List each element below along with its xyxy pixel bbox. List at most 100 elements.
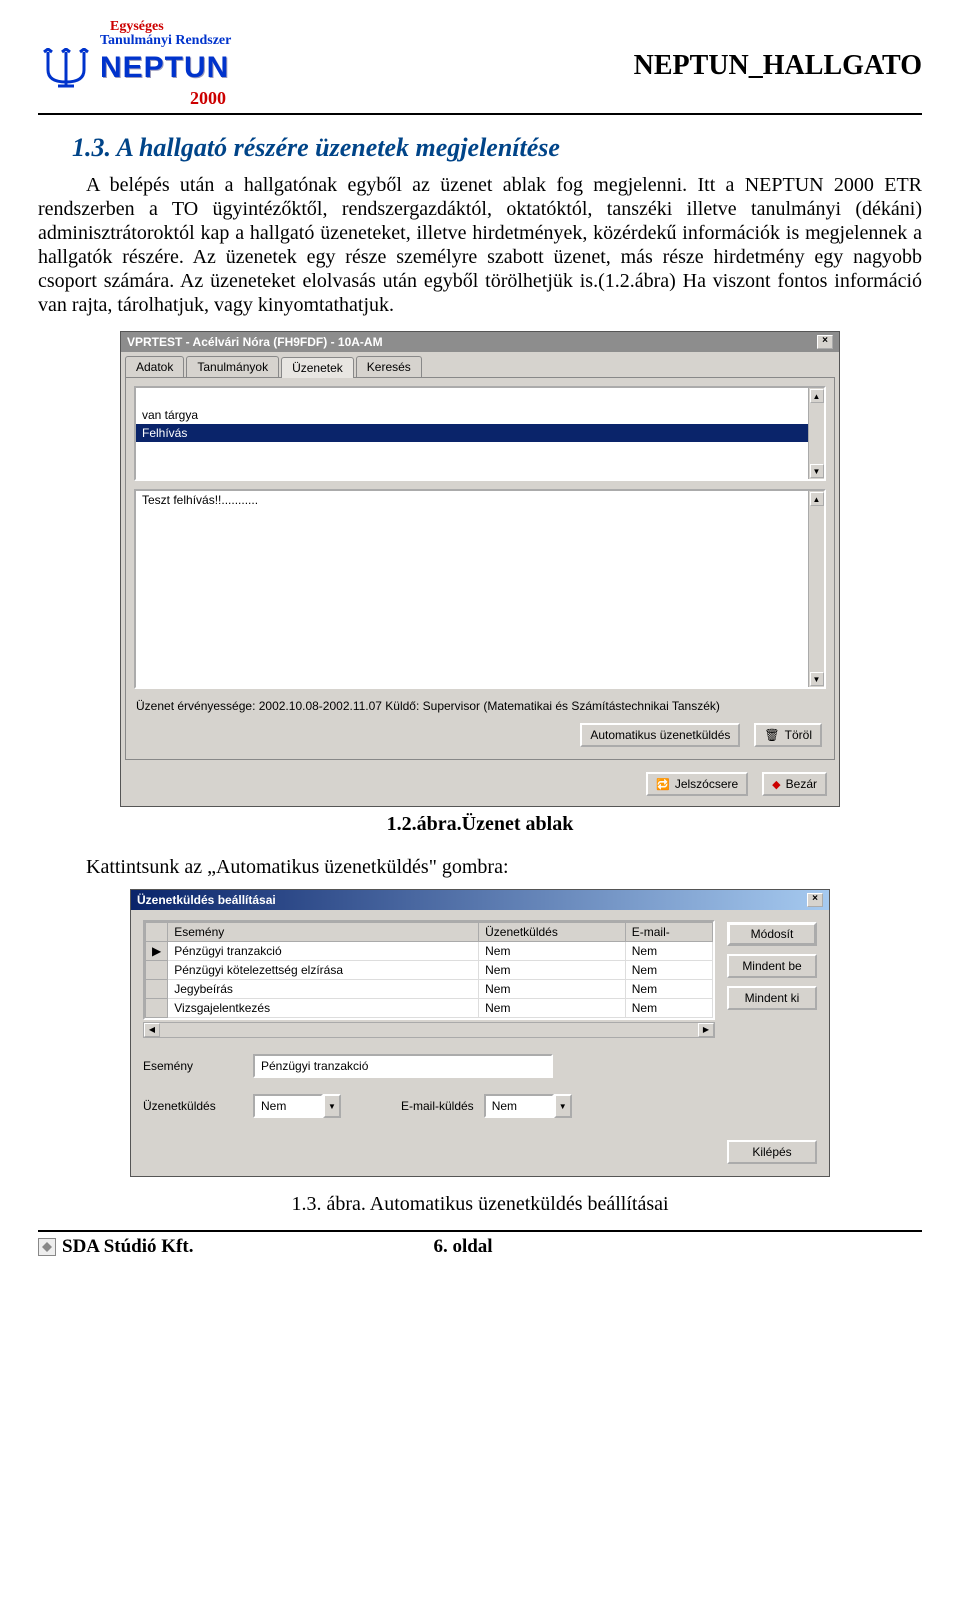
scroll-up-icon[interactable]: ▲ <box>810 389 824 403</box>
scroll-down-icon[interactable]: ▼ <box>810 464 824 478</box>
message-body-text: Teszt felhívás!!........... <box>136 491 808 687</box>
button-row-2: 🔁 Jelszócsere ◆ Bezár <box>121 764 839 806</box>
col-email[interactable]: E-mail- <box>625 923 712 942</box>
form-row-event: Esemény <box>143 1054 817 1078</box>
footer-logo-icon <box>38 1238 56 1256</box>
logo-tagline-2: Tanulmányi Rendszer <box>38 34 298 48</box>
tab-adatok[interactable]: Adatok <box>125 356 184 377</box>
instruction-2: Kattintsunk az „Automatikus üzenetküldés… <box>38 856 922 879</box>
messages-window: VPRTEST - Acélvári Nóra (FH9FDF) - 10A-A… <box>120 331 840 807</box>
tab-tanulmanyok[interactable]: Tanulmányok <box>186 356 279 377</box>
swap-icon: 🔁 <box>656 778 670 791</box>
settings-body: Esemény Üzenetküldés E-mail- ▶ Pénzügyi … <box>131 910 829 1176</box>
settings-dialog: Üzenetküldés beállításai × Esemény Üzene… <box>130 889 830 1177</box>
chevron-down-icon[interactable]: ▼ <box>323 1094 341 1118</box>
footer-rule <box>38 1230 922 1232</box>
message-listbox[interactable]: van tárgya Felhívás ▲ ▼ <box>134 386 826 481</box>
row-marker: ▶ <box>146 942 168 961</box>
settings-grid[interactable]: Esemény Üzenetküldés E-mail- ▶ Pénzügyi … <box>143 920 715 1020</box>
list-item[interactable]: Felhívás <box>136 424 808 442</box>
chevron-down-icon[interactable]: ▼ <box>554 1094 572 1118</box>
cell-email: Nem <box>625 942 712 961</box>
messages-window-title: VPRTEST - Acélvári Nóra (FH9FDF) - 10A-A… <box>127 335 383 349</box>
close-icon[interactable]: × <box>807 893 823 907</box>
close-label: Bezár <box>786 777 817 791</box>
dialog-bottom-row: Kilépés <box>143 1134 817 1164</box>
cell-email: Nem <box>625 999 712 1018</box>
all-on-button[interactable]: Mindent be <box>727 954 817 978</box>
cell-send: Nem <box>479 980 626 999</box>
cell-event: Vizsgajelentkezés <box>168 999 479 1018</box>
scrollbar[interactable]: ▲ ▼ <box>808 491 824 687</box>
exit-button[interactable]: Kilépés <box>727 1140 817 1164</box>
row-marker <box>146 999 168 1018</box>
table-row[interactable]: Jegybeírás Nem Nem <box>146 980 713 999</box>
logo-row: NEPTUN <box>38 48 298 88</box>
tab-uzenetek[interactable]: Üzenetek <box>281 357 354 378</box>
header-rule <box>38 113 922 115</box>
table-row[interactable]: ▶ Pénzügyi tranzakció Nem Nem <box>146 942 713 961</box>
cell-email: Nem <box>625 961 712 980</box>
document-title: NEPTUN_HALLGATO <box>634 20 922 82</box>
delete-button[interactable]: 🗑 Töröl <box>754 723 822 747</box>
cell-event: Pénzügyi kötelezettség elzírása <box>168 961 479 980</box>
label-send: Üzenetküldés <box>143 1099 243 1113</box>
table-row[interactable]: Vizsgajelentkezés Nem Nem <box>146 999 713 1018</box>
email-combo[interactable]: ▼ <box>484 1094 572 1118</box>
row-marker <box>146 980 168 999</box>
diamond-icon: ◆ <box>772 778 780 791</box>
all-off-button[interactable]: Mindent ki <box>727 986 817 1010</box>
scrollbar[interactable]: ▲ ▼ <box>808 388 824 479</box>
event-field[interactable] <box>253 1054 553 1078</box>
scroll-down-icon[interactable]: ▼ <box>810 672 824 686</box>
list-item[interactable]: van tárgya <box>136 406 808 424</box>
col-send[interactable]: Üzenetküldés <box>479 923 626 942</box>
trash-icon: 🗑 <box>764 728 779 742</box>
password-swap-button[interactable]: 🔁 Jelszócsere <box>646 772 748 796</box>
button-row-1: Automatikus üzenetküldés 🗑 Töröl <box>134 719 826 751</box>
delete-label: Töröl <box>785 728 812 742</box>
cell-send: Nem <box>479 999 626 1018</box>
cell-send: Nem <box>479 942 626 961</box>
col-event[interactable]: Esemény <box>168 923 479 942</box>
rowhead-col <box>146 923 168 942</box>
grid-wrap: Esemény Üzenetküldés E-mail- ▶ Pénzügyi … <box>143 920 817 1038</box>
tab-row: Adatok Tanulmányok Üzenetek Keresés <box>121 352 839 377</box>
send-combo-value[interactable] <box>253 1094 323 1118</box>
figure2-caption-text: 1.3. ábra. Automatikus üzenetküldés beál… <box>291 1193 668 1215</box>
logo-block: Egységes Tanulmányi Rendszer NEPTUN 2000 <box>38 20 298 109</box>
message-body-box[interactable]: Teszt felhívás!!........... ▲ ▼ <box>134 489 826 689</box>
send-combo[interactable]: ▼ <box>253 1094 341 1118</box>
cell-email: Nem <box>625 980 712 999</box>
scroll-left-icon[interactable]: ◀ <box>144 1023 160 1037</box>
table-row[interactable]: Pénzügyi kötelezettség elzírása Nem Nem <box>146 961 713 980</box>
form-row-send: Üzenetküldés ▼ E-mail-küldés ▼ <box>143 1094 817 1118</box>
label-event: Esemény <box>143 1059 243 1073</box>
autosend-button[interactable]: Automatikus üzenetküldés <box>580 723 740 747</box>
trident-icon <box>38 48 94 88</box>
modify-button[interactable]: Módosít <box>727 922 817 946</box>
logo-tagline-1: Egységes <box>38 20 298 34</box>
autosend-label: Automatikus üzenetküldés <box>590 728 730 742</box>
status-line: Üzenet érvényessége: 2002.10.08-2002.11.… <box>134 689 826 719</box>
footer-company: SDA Stúdió Kft. <box>62 1236 193 1258</box>
tab-kereses[interactable]: Keresés <box>356 356 422 377</box>
footer-page: 6. oldal <box>433 1236 492 1258</box>
page-header: Egységes Tanulmányi Rendszer NEPTUN 2000… <box>38 20 922 109</box>
close-icon[interactable]: × <box>817 335 833 349</box>
hscrollbar[interactable]: ◀ ▶ <box>143 1022 715 1038</box>
logo-brand: NEPTUN <box>100 51 229 85</box>
cell-send: Nem <box>479 961 626 980</box>
email-combo-value[interactable] <box>484 1094 554 1118</box>
close-button[interactable]: ◆ Bezár <box>762 772 827 796</box>
swap-label: Jelszócsere <box>675 777 738 791</box>
scroll-up-icon[interactable]: ▲ <box>810 492 824 506</box>
section-heading: 1.3. A hallgató részére üzenetek megjele… <box>72 133 922 163</box>
scroll-right-icon[interactable]: ▶ <box>698 1023 714 1037</box>
tab-page: van tárgya Felhívás ▲ ▼ Teszt felhívás!!… <box>125 377 835 760</box>
intro-paragraph: A belépés után a hallgatónak egyből az ü… <box>38 173 922 317</box>
logo-year: 2000 <box>38 88 298 109</box>
row-marker <box>146 961 168 980</box>
messages-titlebar: VPRTEST - Acélvári Nóra (FH9FDF) - 10A-A… <box>121 332 839 352</box>
cell-event: Pénzügyi tranzakció <box>168 942 479 961</box>
